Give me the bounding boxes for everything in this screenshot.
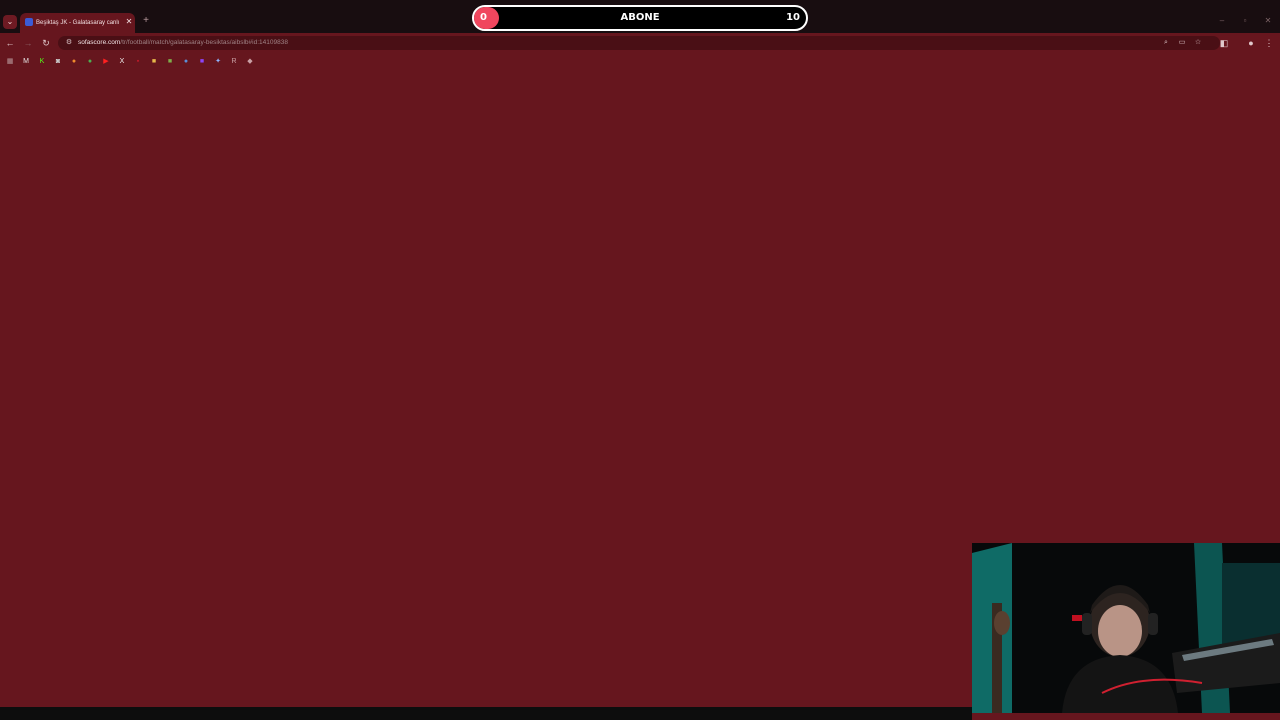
bookmark-icon-14[interactable]: R	[229, 57, 239, 67]
bookmark-star-icon[interactable]: ☆	[1193, 38, 1203, 48]
tab-close-icon[interactable]: ✕	[124, 17, 134, 27]
site-info-icon[interactable]: ⚙	[64, 38, 74, 48]
subscriber-goal-target: 10	[786, 12, 800, 23]
zoom-icon[interactable]: ⌕	[1161, 38, 1171, 48]
url-host: sofascore.com	[78, 39, 121, 46]
menu-kebab-icon[interactable]: ⋮	[1263, 37, 1275, 49]
tab-title: Beşiktaş JK - Galatasaray canlı	[36, 20, 120, 26]
back-arrow-icon[interactable]: ←	[4, 37, 16, 49]
reload-icon[interactable]: ↻	[40, 37, 52, 49]
bookmark-icon-11[interactable]: ●	[181, 57, 191, 67]
webcam-overlay	[972, 543, 1280, 713]
profile-avatar-icon[interactable]: ●	[1245, 37, 1257, 49]
gmail-icon[interactable]: M	[21, 57, 31, 67]
bookmark-icon-10[interactable]: ■	[165, 57, 175, 67]
forward-arrow-icon[interactable]: →	[22, 37, 34, 49]
bookmark-icon-3[interactable]: ◙	[53, 57, 63, 67]
address-bar[interactable]: ⚙ sofascore.com/tr/football/match/galata…	[58, 36, 1220, 50]
url-text[interactable]: sofascore.com/tr/football/match/galatasa…	[78, 38, 678, 48]
url-path: /tr/football/match/galatasaray-besiktas/…	[120, 39, 288, 46]
minimize-button[interactable]: –	[1216, 15, 1228, 27]
bookmark-icon-8[interactable]: ▪	[133, 57, 143, 67]
kick-icon[interactable]: K	[37, 57, 47, 67]
gemini-icon[interactable]: ✦	[213, 57, 223, 67]
bottom-strip	[0, 707, 972, 720]
tab-search-button[interactable]: ⌄	[3, 15, 17, 29]
folder-icon[interactable]: ■	[149, 57, 159, 67]
sofascore-favicon-icon	[25, 18, 33, 26]
install-app-icon[interactable]: ▭	[1177, 38, 1187, 48]
webcam-image	[972, 543, 1280, 713]
apps-icon[interactable]: ▦	[5, 57, 15, 67]
close-window-button[interactable]: ✕	[1262, 15, 1274, 27]
browser-toolbar: ← → ↻ ⚙ sofascore.com/tr/football/match/…	[0, 33, 1280, 53]
bookmarks-bar: ▦ M K ◙ ● ● ▶ X ▪ ■ ■ ● ■ ✦ R ◆	[0, 53, 1280, 71]
twitch-icon[interactable]: ■	[197, 57, 207, 67]
subscriber-goal-label: ABONE	[620, 12, 660, 23]
bookmark-icon-15[interactable]: ◆	[245, 57, 255, 67]
youtube-icon[interactable]: ▶	[101, 57, 111, 67]
new-tab-button[interactable]: +	[140, 15, 152, 27]
browser-tab-active[interactable]: Beşiktaş JK - Galatasaray canlı ✕	[20, 13, 135, 33]
subscriber-goal-bar: 0 ABONE 10	[472, 5, 808, 31]
maximize-button[interactable]: ▫	[1239, 15, 1251, 27]
bookmark-icon-5[interactable]: ●	[85, 57, 95, 67]
extensions-icon[interactable]: ◧	[1218, 37, 1230, 49]
subscriber-current-count: 0	[480, 12, 487, 23]
bookmark-icon-4[interactable]: ●	[69, 57, 79, 67]
x-icon[interactable]: X	[117, 57, 127, 67]
